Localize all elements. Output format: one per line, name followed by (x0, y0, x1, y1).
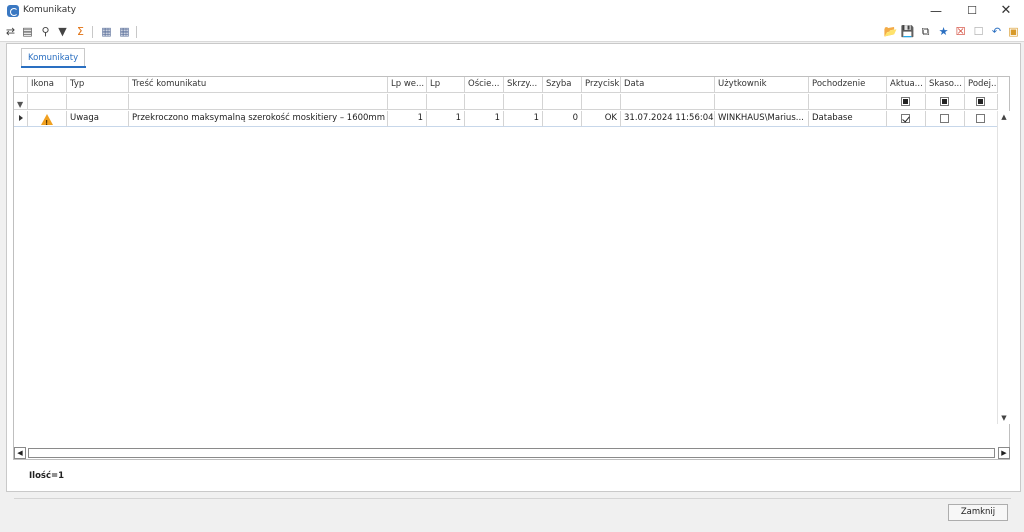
cell-typ: Uwaga (67, 111, 129, 127)
filter-skrzy[interactable] (504, 94, 543, 110)
horizontal-scroll-thumb[interactable] (28, 448, 995, 458)
filter-lp-we[interactable] (388, 94, 427, 110)
komunikaty-window: Komunikaty — ☐ ✕ ⇄ ▤ ⚲ ▼ Σ ▦ ▦ 📂 💾 ⧉ ★ ☒… (0, 0, 1024, 532)
tab-komunikaty[interactable]: Komunikaty (21, 48, 86, 68)
minimize-button[interactable]: — (918, 0, 954, 22)
cell-oscie: 1 (465, 111, 504, 127)
filter-przycisk[interactable] (582, 94, 621, 110)
record-count: Ilość=1 (29, 471, 65, 481)
cell-skasowany (926, 111, 965, 127)
cell-przycisk: OK (582, 111, 621, 127)
column-header-ikona[interactable]: Ikona (28, 77, 67, 93)
cell-aktualny (887, 111, 926, 127)
podjety-checkbox[interactable] (976, 114, 985, 123)
warning-icon (41, 114, 53, 126)
toolbar-separator (136, 26, 137, 38)
report-icon[interactable]: ▣ (1006, 24, 1021, 39)
title-bar: Komunikaty — ☐ ✕ (0, 0, 1024, 22)
grid-icon[interactable]: ▦ (117, 24, 132, 39)
cell-pochodzenie: Database (809, 111, 887, 127)
horizontal-scrollbar[interactable]: ◀ ▶ (14, 447, 1010, 459)
tab-active-indicator (21, 66, 86, 68)
column-header-szyba[interactable]: Szyba (543, 77, 582, 93)
export-icon[interactable]: ⇄ (3, 24, 18, 39)
delete-doc-icon[interactable]: ☒ (953, 24, 968, 39)
filter-podjety-checkbox[interactable] (976, 97, 985, 106)
filter-ikona[interactable] (28, 94, 67, 110)
header-indicator-cell (14, 77, 28, 93)
save-icon[interactable]: 💾 (900, 24, 915, 39)
filter-skasowany-checkbox[interactable] (940, 97, 949, 106)
close-button[interactable]: Zamknij (948, 504, 1008, 521)
toolbar: ⇄ ▤ ⚲ ▼ Σ ▦ ▦ 📂 💾 ⧉ ★ ☒ ☐ ↶ ▣ (0, 22, 1024, 42)
column-header-lp-we[interactable]: Lp we... (388, 77, 427, 93)
column-header-pochodzenie[interactable]: Pochodzenie (809, 77, 887, 93)
save-as-icon[interactable]: ⧉ (918, 24, 933, 39)
search-icon[interactable]: ⚲ (38, 24, 53, 39)
sum-icon[interactable]: Σ (73, 24, 88, 39)
columns-icon[interactable]: ▦ (99, 24, 114, 39)
column-header-przycisk[interactable]: Przycisk (582, 77, 621, 93)
column-header-lp[interactable]: Lp (427, 77, 465, 93)
filter-row-icon: ▼ (17, 100, 24, 109)
cell-ikona (28, 111, 67, 127)
cell-uzytkownik: WINKHAUS\Marius... (715, 111, 809, 127)
app-icon (7, 5, 19, 17)
undo-icon[interactable]: ↶ (989, 24, 1004, 39)
column-header-data[interactable]: Data (621, 77, 715, 93)
column-header-aktualny[interactable]: Aktua... (887, 77, 926, 93)
scroll-left-icon[interactable]: ◀ (14, 447, 26, 459)
column-header-oscie[interactable]: Oście... (465, 77, 504, 93)
form-view-icon[interactable]: ▤ (20, 24, 35, 39)
skasowany-checkbox[interactable] (940, 114, 949, 123)
cell-lp-we: 1 (388, 111, 427, 127)
vertical-scrollbar[interactable]: ▲ ▼ (997, 111, 1010, 424)
open-folder-icon[interactable]: 📂 (883, 24, 898, 39)
filter-oscie[interactable] (465, 94, 504, 110)
filter-data[interactable] (621, 94, 715, 110)
maximize-button[interactable]: ☐ (954, 0, 990, 22)
scroll-down-icon[interactable]: ▼ (998, 412, 1010, 424)
column-header-skrzy[interactable]: Skrzy... (504, 77, 543, 93)
filter-skasowany[interactable] (926, 94, 965, 110)
filter-aktualny-checkbox[interactable] (901, 97, 910, 106)
filter-uzytkownik[interactable] (715, 94, 809, 110)
current-row-icon (19, 115, 23, 121)
filter-icon[interactable]: ▼ (55, 24, 70, 39)
grid-footer-divider (14, 498, 1011, 499)
aktualny-checkbox[interactable] (901, 114, 910, 123)
cell-lp: 1 (427, 111, 465, 127)
row-indicator-cell (14, 111, 28, 127)
column-header-podjety[interactable]: Podej... (965, 77, 998, 93)
filter-aktualny[interactable] (887, 94, 926, 110)
doc-icon[interactable]: ☐ (971, 24, 986, 39)
toolbar-separator (92, 26, 93, 38)
column-header-tresc[interactable]: Treść komunikatu (129, 77, 388, 93)
cell-podjety (965, 111, 998, 127)
cell-szyba: 0 (543, 111, 582, 127)
column-header-typ[interactable]: Typ (67, 77, 129, 93)
filter-typ[interactable] (67, 94, 129, 110)
messages-grid: Ikona Typ Treść komunikatu Lp we... Lp O… (13, 76, 1011, 499)
filter-podjety[interactable] (965, 94, 998, 110)
favorite-star-icon[interactable]: ★ (936, 24, 951, 39)
cell-skrzy: 1 (504, 111, 543, 127)
filter-pochodzenie[interactable] (809, 94, 887, 110)
filter-szyba[interactable] (543, 94, 582, 110)
window-title: Komunikaty (23, 5, 77, 15)
scroll-right-icon[interactable]: ▶ (998, 447, 1010, 459)
filter-lp[interactable] (427, 94, 465, 110)
filter-tresc[interactable] (129, 94, 388, 110)
column-header-skasowany[interactable]: Skaso... (926, 77, 965, 93)
cell-data: 31.07.2024 11:56:04 (621, 111, 715, 127)
filter-indicator-cell: ▼ (14, 94, 28, 110)
scroll-up-icon[interactable]: ▲ (998, 111, 1010, 123)
column-header-uzytkownik[interactable]: Użytkownik (715, 77, 809, 93)
cell-tresc: Przekroczono maksymalną szerokość moskit… (129, 111, 388, 127)
close-window-button[interactable]: ✕ (988, 0, 1024, 22)
